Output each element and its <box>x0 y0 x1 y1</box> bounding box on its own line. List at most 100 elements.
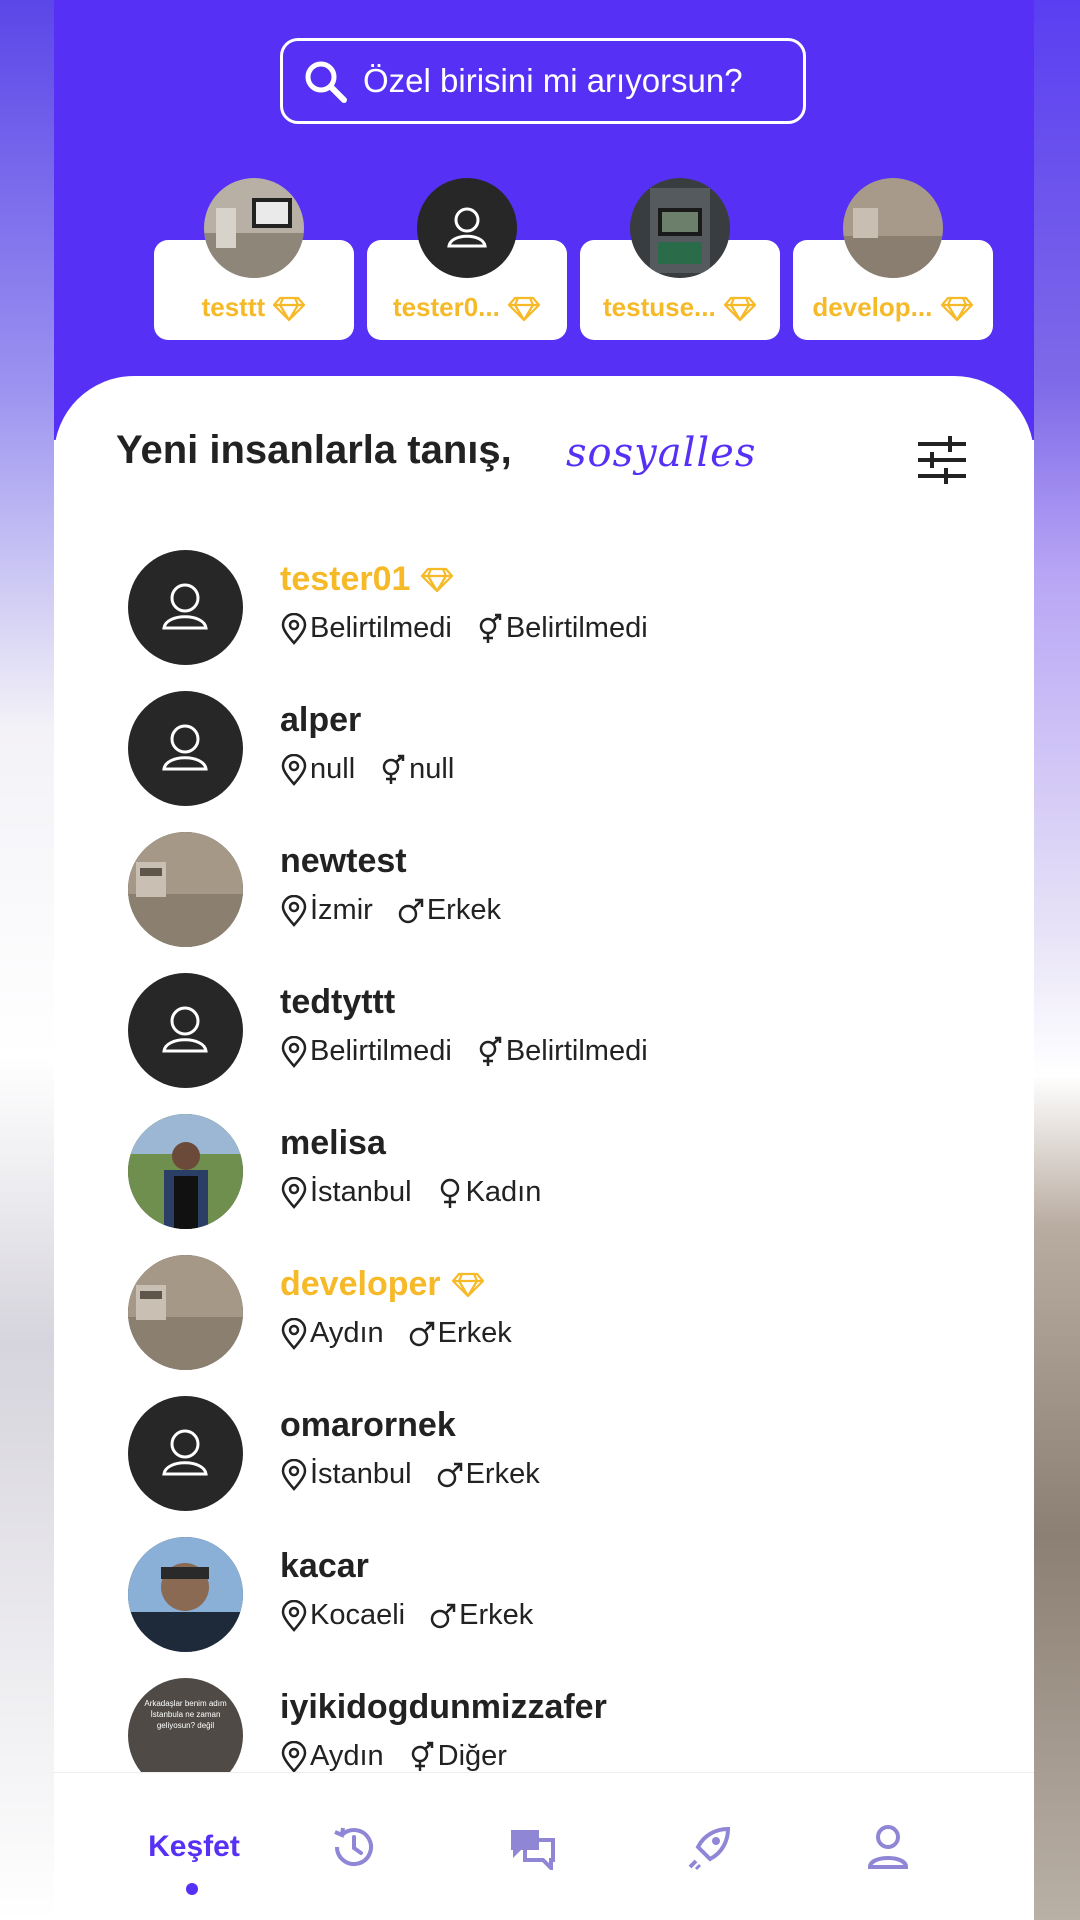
diamond-icon <box>273 297 306 322</box>
location-pin-icon <box>281 894 307 927</box>
user-row[interactable]: developer Aydın Erkek <box>128 1255 968 1375</box>
location-pin-icon <box>281 1176 307 1209</box>
location-text: İzmir <box>310 894 373 926</box>
default-user-avatar <box>128 973 243 1088</box>
user-meta: null null <box>280 753 478 786</box>
story-card[interactable]: testtt <box>154 178 354 343</box>
user-row[interactable]: kacar Kocaeli Erkek <box>128 1537 968 1657</box>
user-meta: Aydın Diğer <box>280 1740 531 1773</box>
nav-boost[interactable] <box>650 1773 770 1920</box>
location-pin-icon <box>281 1035 307 1068</box>
location-pin-icon <box>281 1458 307 1491</box>
username: newtest <box>280 842 407 880</box>
user-meta: İzmir Erkek <box>280 894 525 927</box>
username: tedtyttt <box>280 983 396 1021</box>
search-icon <box>305 61 347 103</box>
user-row[interactable]: alper null null <box>128 691 968 811</box>
search-placeholder: Özel birisini mi arıyorsun? <box>363 62 743 99</box>
story-name: tester0... <box>367 292 567 323</box>
location-pin-icon <box>281 1599 307 1632</box>
gender-text: Erkek <box>437 1317 512 1349</box>
story-name: develop... <box>793 292 993 323</box>
story-avatar <box>843 178 943 278</box>
username: iyikidogdunmizzafer <box>280 1688 607 1726</box>
story-card[interactable]: develop... <box>793 178 993 343</box>
story-avatar <box>630 178 730 278</box>
location-text: Belirtilmedi <box>310 612 452 644</box>
gender-text: null <box>409 753 455 785</box>
story-card[interactable]: testuse... <box>580 178 780 343</box>
default-user-avatar <box>128 550 243 665</box>
default-user-avatar <box>128 691 243 806</box>
story-avatar <box>204 178 304 278</box>
discover-panel: Yeni insanlarla tanış, sosyalles tester0… <box>54 376 1034 1793</box>
rocket-icon <box>688 1826 731 1871</box>
gender-text: Belirtilmedi <box>505 612 648 644</box>
avatar-caption: Arkadaşlar benim adım İstanbula ne zaman… <box>144 1699 227 1730</box>
top-bar: Özel birisini mi arıyorsun? testtt teste… <box>54 0 1034 440</box>
background-right <box>1034 0 1080 1920</box>
location-pin-icon <box>281 1740 307 1773</box>
user-avatar <box>128 1114 243 1229</box>
gender-text: Erkek <box>465 1458 540 1490</box>
story-card[interactable]: tester0... <box>367 178 567 343</box>
diamond-icon <box>723 297 757 322</box>
user-row[interactable]: melisa İstanbul Kadın <box>128 1114 968 1234</box>
location-pin-icon <box>281 1317 307 1350</box>
user-row[interactable]: tester01 Belirtilmedi Belirtilmedi <box>128 550 968 670</box>
gender-unspecified-icon <box>479 613 502 643</box>
gender-text: Kadın <box>465 1176 542 1208</box>
nav-discover[interactable]: Keşfet <box>114 1773 274 1920</box>
username: alper <box>280 701 362 739</box>
gender-unspecified-icon <box>411 1741 433 1771</box>
location-text: İstanbul <box>310 1176 412 1208</box>
gender-unspecified-icon <box>479 1036 502 1066</box>
filter-icon[interactable] <box>916 434 968 486</box>
location-pin-icon <box>281 753 307 786</box>
user-meta: Belirtilmedi Belirtilmedi <box>280 1035 672 1068</box>
username: kacar <box>280 1547 369 1585</box>
user-row[interactable]: omarornek İstanbul Erkek <box>128 1396 968 1516</box>
nav-chat[interactable] <box>472 1773 592 1920</box>
brand-script: sosyalles <box>566 430 757 476</box>
male-icon <box>398 898 424 923</box>
stories-row: testtt tester0... testuse... develop... <box>154 178 1004 343</box>
gender-unspecified-icon <box>382 754 405 784</box>
nav-history[interactable] <box>294 1773 414 1920</box>
gender-text: Belirtilmedi <box>505 1035 648 1067</box>
page-title: Yeni insanlarla tanış, <box>116 428 512 472</box>
user-row[interactable]: tedtyttt Belirtilmedi Belirtilmedi <box>128 973 968 1093</box>
username: melisa <box>280 1124 386 1162</box>
app-screen: Özel birisini mi arıyorsun? testtt teste… <box>54 0 1034 1920</box>
user-meta: Aydın Erkek <box>280 1317 536 1350</box>
bottom-nav: Keşfet <box>54 1772 1034 1920</box>
chat-icon <box>511 1830 555 1870</box>
gender-text: Diğer <box>437 1740 507 1772</box>
user-row[interactable]: newtest İzmir Erkek <box>128 832 968 952</box>
user-meta: İstanbul Erkek <box>280 1458 564 1491</box>
male-icon <box>437 1462 462 1487</box>
gender-text: Erkek <box>459 1599 534 1631</box>
location-text: Belirtilmedi <box>310 1035 452 1067</box>
user-avatar <box>128 1537 243 1652</box>
diamond-icon <box>421 567 454 592</box>
gender-text: Erkek <box>426 894 501 926</box>
location-text: Kocaeli <box>310 1599 406 1631</box>
active-indicator <box>186 1883 198 1895</box>
story-name: testtt <box>154 292 354 323</box>
default-user-avatar <box>128 1396 243 1511</box>
user-meta: Kocaeli Erkek <box>280 1599 557 1632</box>
user-avatar <box>128 832 243 947</box>
female-icon <box>440 1178 459 1208</box>
nav-discover-label: Keşfet <box>148 1830 240 1863</box>
search-bar[interactable]: Özel birisini mi arıyorsun? <box>280 38 806 124</box>
location-text: Aydın <box>310 1317 384 1349</box>
user-avatar <box>128 1255 243 1370</box>
nav-profile[interactable] <box>828 1773 948 1920</box>
diamond-icon <box>940 297 973 322</box>
location-text: null <box>310 753 356 785</box>
username: tester01 <box>280 560 454 599</box>
diamond-icon <box>451 1272 484 1297</box>
default-user-avatar <box>417 178 517 278</box>
background-left <box>0 0 54 1920</box>
